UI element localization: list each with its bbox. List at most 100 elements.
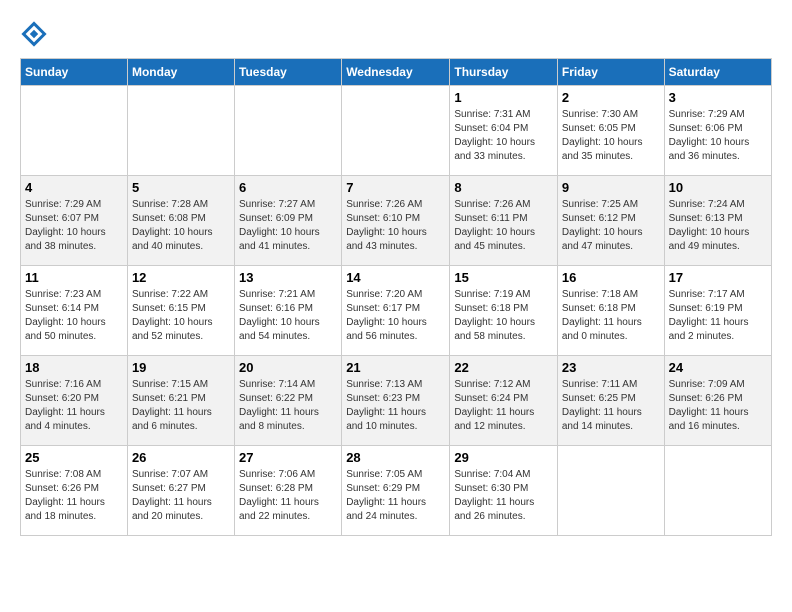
day-info: Sunrise: 7:31 AM Sunset: 6:04 PM Dayligh… [454, 108, 553, 164]
day-info: Sunrise: 7:29 AM Sunset: 6:07 PM Dayligh… [25, 198, 123, 254]
calendar-table: SundayMondayTuesdayWednesdayThursdayFrid… [20, 58, 772, 536]
day-number: 19 [132, 360, 230, 375]
day-number: 11 [25, 270, 123, 285]
calendar-cell: 15 Sunrise: 7:19 AM Sunset: 6:18 PM Dayli… [450, 266, 558, 356]
calendar-cell: 8 Sunrise: 7:26 AM Sunset: 6:11 PM Daylig… [450, 176, 558, 266]
calendar-cell: 21 Sunrise: 7:13 AM Sunset: 6:23 PM Dayli… [342, 356, 450, 446]
calendar-cell [235, 86, 342, 176]
calendar-cell [127, 86, 234, 176]
day-number: 8 [454, 180, 553, 195]
calendar-cell: 23 Sunrise: 7:11 AM Sunset: 6:25 PM Dayli… [557, 356, 664, 446]
day-number: 17 [669, 270, 767, 285]
calendar-cell: 22 Sunrise: 7:12 AM Sunset: 6:24 PM Dayli… [450, 356, 558, 446]
day-number: 24 [669, 360, 767, 375]
day-info: Sunrise: 7:22 AM Sunset: 6:15 PM Dayligh… [132, 288, 230, 344]
calendar-cell [21, 86, 128, 176]
calendar-cell: 25Sunrise: 7:08 AM Sunset: 6:26 PM Dayli… [21, 446, 128, 536]
weekday-header-thursday: Thursday [450, 59, 558, 86]
day-info: Sunrise: 7:15 AM Sunset: 6:21 PM Dayligh… [132, 378, 230, 434]
logo [20, 20, 52, 48]
day-info: Sunrise: 7:13 AM Sunset: 6:23 PM Dayligh… [346, 378, 445, 434]
calendar-cell: 26Sunrise: 7:07 AM Sunset: 6:27 PM Dayli… [127, 446, 234, 536]
calendar-cell: 16 Sunrise: 7:18 AM Sunset: 6:18 PM Dayli… [557, 266, 664, 356]
day-info: Sunrise: 7:28 AM Sunset: 6:08 PM Dayligh… [132, 198, 230, 254]
calendar-cell: 20Sunrise: 7:14 AM Sunset: 6:22 PM Dayli… [235, 356, 342, 446]
logo-icon [20, 20, 48, 48]
day-info: Sunrise: 7:04 AM Sunset: 6:30 PM Dayligh… [454, 468, 553, 524]
day-info: Sunrise: 7:18 AM Sunset: 6:18 PM Dayligh… [562, 288, 660, 344]
day-number: 22 [454, 360, 553, 375]
day-number: 7 [346, 180, 445, 195]
day-info: Sunrise: 7:26 AM Sunset: 6:10 PM Dayligh… [346, 198, 445, 254]
day-number: 18 [25, 360, 123, 375]
day-number: 4 [25, 180, 123, 195]
weekday-header-friday: Friday [557, 59, 664, 86]
calendar-cell: 1 Sunrise: 7:31 AM Sunset: 6:04 PM Daylig… [450, 86, 558, 176]
calendar-week-5: 25Sunrise: 7:08 AM Sunset: 6:26 PM Dayli… [21, 446, 772, 536]
day-number: 28 [346, 450, 445, 465]
day-number: 27 [239, 450, 337, 465]
day-number: 1 [454, 90, 553, 105]
day-info: Sunrise: 7:25 AM Sunset: 6:12 PM Dayligh… [562, 198, 660, 254]
calendar-cell [342, 86, 450, 176]
calendar-week-3: 11Sunrise: 7:23 AM Sunset: 6:14 PM Dayli… [21, 266, 772, 356]
calendar-cell: 14Sunrise: 7:20 AM Sunset: 6:17 PM Dayli… [342, 266, 450, 356]
calendar-cell: 17 Sunrise: 7:17 AM Sunset: 6:19 PM Dayli… [664, 266, 771, 356]
weekday-header-sunday: Sunday [21, 59, 128, 86]
day-number: 15 [454, 270, 553, 285]
day-info: Sunrise: 7:29 AM Sunset: 6:06 PM Dayligh… [669, 108, 767, 164]
day-number: 5 [132, 180, 230, 195]
day-info: Sunrise: 7:12 AM Sunset: 6:24 PM Dayligh… [454, 378, 553, 434]
day-info: Sunrise: 7:11 AM Sunset: 6:25 PM Dayligh… [562, 378, 660, 434]
calendar-cell: 9 Sunrise: 7:25 AM Sunset: 6:12 PM Daylig… [557, 176, 664, 266]
calendar-cell: 3 Sunrise: 7:29 AM Sunset: 6:06 PM Daylig… [664, 86, 771, 176]
calendar-cell: 11Sunrise: 7:23 AM Sunset: 6:14 PM Dayli… [21, 266, 128, 356]
weekday-header-tuesday: Tuesday [235, 59, 342, 86]
calendar-cell: 18 Sunrise: 7:16 AM Sunset: 6:20 PM Dayli… [21, 356, 128, 446]
day-number: 12 [132, 270, 230, 285]
day-info: Sunrise: 7:27 AM Sunset: 6:09 PM Dayligh… [239, 198, 337, 254]
day-number: 3 [669, 90, 767, 105]
weekday-header-monday: Monday [127, 59, 234, 86]
day-info: Sunrise: 7:16 AM Sunset: 6:20 PM Dayligh… [25, 378, 123, 434]
calendar-cell: 10Sunrise: 7:24 AM Sunset: 6:13 PM Dayli… [664, 176, 771, 266]
weekday-header-row: SundayMondayTuesdayWednesdayThursdayFrid… [21, 59, 772, 86]
day-info: Sunrise: 7:09 AM Sunset: 6:26 PM Dayligh… [669, 378, 767, 434]
day-number: 6 [239, 180, 337, 195]
weekday-header-wednesday: Wednesday [342, 59, 450, 86]
day-number: 16 [562, 270, 660, 285]
calendar-cell [557, 446, 664, 536]
calendar-cell: 2 Sunrise: 7:30 AM Sunset: 6:05 PM Daylig… [557, 86, 664, 176]
day-info: Sunrise: 7:05 AM Sunset: 6:29 PM Dayligh… [346, 468, 445, 524]
calendar-cell: 27 Sunrise: 7:06 AM Sunset: 6:28 PM Dayli… [235, 446, 342, 536]
day-info: Sunrise: 7:17 AM Sunset: 6:19 PM Dayligh… [669, 288, 767, 344]
day-number: 21 [346, 360, 445, 375]
day-number: 2 [562, 90, 660, 105]
calendar-cell: 29 Sunrise: 7:04 AM Sunset: 6:30 PM Dayli… [450, 446, 558, 536]
day-info: Sunrise: 7:06 AM Sunset: 6:28 PM Dayligh… [239, 468, 337, 524]
day-number: 9 [562, 180, 660, 195]
day-number: 23 [562, 360, 660, 375]
calendar-cell: 5 Sunrise: 7:28 AM Sunset: 6:08 PM Daylig… [127, 176, 234, 266]
day-number: 29 [454, 450, 553, 465]
day-number: 20 [239, 360, 337, 375]
day-info: Sunrise: 7:21 AM Sunset: 6:16 PM Dayligh… [239, 288, 337, 344]
calendar-cell: 4 Sunrise: 7:29 AM Sunset: 6:07 PM Daylig… [21, 176, 128, 266]
calendar-cell: 7 Sunrise: 7:26 AM Sunset: 6:10 PM Daylig… [342, 176, 450, 266]
day-info: Sunrise: 7:07 AM Sunset: 6:27 PM Dayligh… [132, 468, 230, 524]
calendar-cell: 24 Sunrise: 7:09 AM Sunset: 6:26 PM Dayli… [664, 356, 771, 446]
calendar-cell [664, 446, 771, 536]
day-info: Sunrise: 7:08 AM Sunset: 6:26 PM Dayligh… [25, 468, 123, 524]
day-info: Sunrise: 7:26 AM Sunset: 6:11 PM Dayligh… [454, 198, 553, 254]
calendar-week-4: 18 Sunrise: 7:16 AM Sunset: 6:20 PM Dayli… [21, 356, 772, 446]
calendar-cell: 19 Sunrise: 7:15 AM Sunset: 6:21 PM Dayli… [127, 356, 234, 446]
calendar-cell: 6 Sunrise: 7:27 AM Sunset: 6:09 PM Daylig… [235, 176, 342, 266]
day-info: Sunrise: 7:19 AM Sunset: 6:18 PM Dayligh… [454, 288, 553, 344]
calendar-week-1: 1 Sunrise: 7:31 AM Sunset: 6:04 PM Daylig… [21, 86, 772, 176]
day-number: 10 [669, 180, 767, 195]
calendar-cell: 12 Sunrise: 7:22 AM Sunset: 6:15 PM Dayli… [127, 266, 234, 356]
page-header [20, 20, 772, 48]
day-info: Sunrise: 7:30 AM Sunset: 6:05 PM Dayligh… [562, 108, 660, 164]
calendar-cell: 28 Sunrise: 7:05 AM Sunset: 6:29 PM Dayli… [342, 446, 450, 536]
calendar-week-2: 4 Sunrise: 7:29 AM Sunset: 6:07 PM Daylig… [21, 176, 772, 266]
